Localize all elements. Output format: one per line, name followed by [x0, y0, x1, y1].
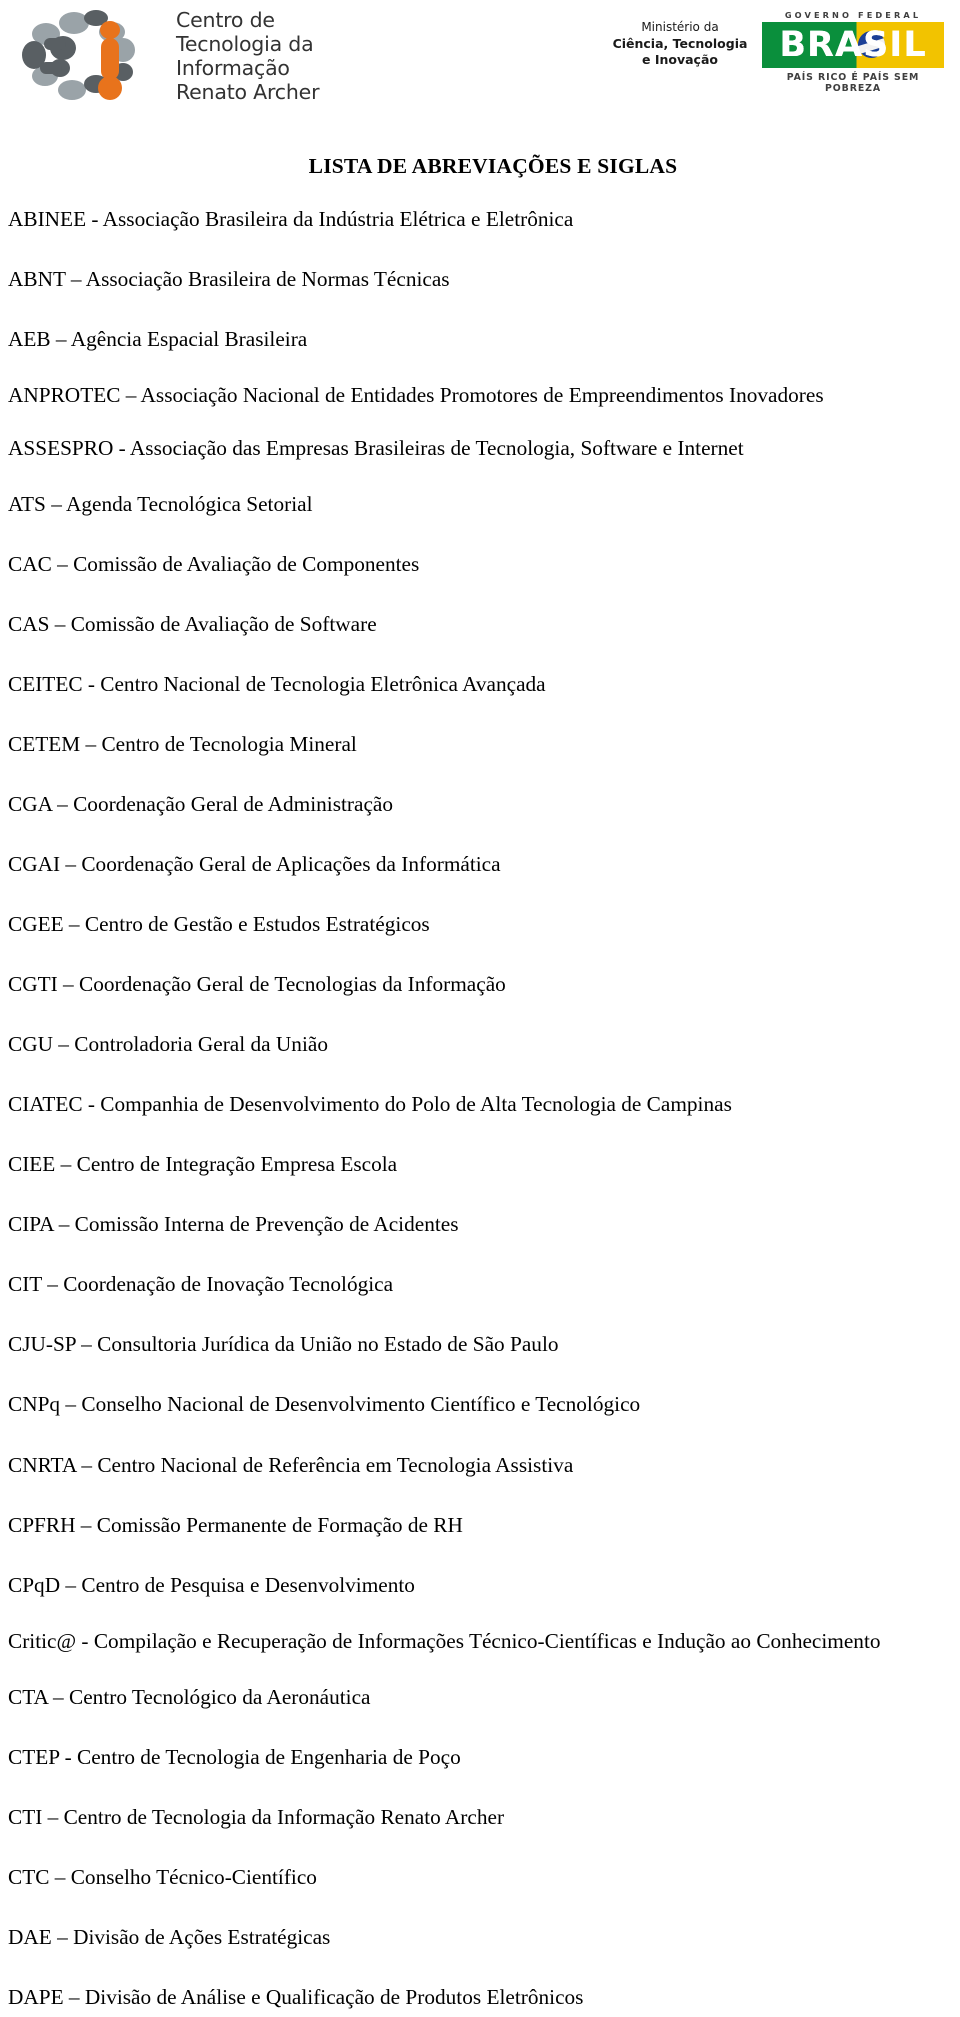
abbreviation-entry: CGEE – Centro de Gestão e Estudos Estrat…	[8, 912, 430, 937]
abbreviation-entry: CETEM – Centro de Tecnologia Mineral	[8, 731, 357, 756]
abbreviation-entry: DAPE – Divisão de Análise e Qualificação…	[8, 1985, 584, 2010]
abbreviation-entry: ATS – Agenda Tecnológica Setorial	[8, 491, 313, 516]
abbreviation-entry: CGA – Coordenação Geral de Administração	[8, 792, 394, 817]
abbreviation-entry: CIPA – Comissão Interna de Prevenção de …	[8, 1212, 459, 1237]
abbreviation-entry: CGAI – Coordenação Geral de Aplicações d…	[8, 852, 501, 877]
ministry-line-3: e Inovação	[642, 52, 718, 68]
abbreviation-entry: DAE – Divisão de Ações Estratégicas	[8, 1925, 331, 1950]
abbreviation-entry: CPFRH – Comissão Permanente de Formação …	[8, 1512, 463, 1537]
government-slogan: PAÍS RICO É PAÍS SEM POBREZA	[786, 72, 920, 94]
abbreviation-entry: AEB – Agência Espacial Brasileira	[8, 327, 308, 352]
abbreviations-list: ABINEE - Associação Brasileira da Indúst…	[0, 200, 960, 2017]
abbreviation-entry: CNRTA – Centro Nacional de Referência em…	[8, 1452, 574, 1477]
abbreviation-entry: ABINEE - Associação Brasileira da Indúst…	[8, 207, 574, 232]
ministry-logo: Ministério da Ciência, Tecnologia e Inov…	[612, 20, 748, 69]
abbreviation-entry: ASSESPRO - Associação das Empresas Brasi…	[8, 435, 744, 460]
ministry-line-1: Ministério da	[641, 20, 719, 34]
cti-logo: Centro de Tecnologia da Informação Renat…	[22, 8, 319, 104]
abbreviation-entry: CPqD – Centro de Pesquisa e Desenvolvime…	[8, 1572, 415, 1597]
abbreviation-entry: CAC – Comissão de Avaliação de Component…	[8, 551, 420, 576]
abbreviation-entry: CTA – Centro Tecnológico da Aeronáutica	[8, 1684, 371, 1709]
abbreviation-entry: CJU-SP – Consultoria Jurídica da União n…	[8, 1332, 559, 1357]
abbreviation-entry: CIT – Coordenação de Inovação Tecnológic…	[8, 1272, 394, 1297]
abbreviation-entry: CIEE – Centro de Integração Empresa Esco…	[8, 1152, 398, 1177]
ministry-line-2: Ciência, Tecnologia	[612, 35, 748, 51]
abbreviation-entry: Critic@ - Compilação e Recuperação de In…	[8, 1628, 881, 1653]
abbreviation-entry: CGU – Controladoria Geral da União	[8, 1032, 328, 1057]
page-title: LISTA DE ABREVIAÇÕES E SIGLAS	[308, 154, 678, 178]
government-federal-label: GOVERNO FEDERAL	[784, 10, 922, 20]
abbreviation-entry: CIATEC - Companhia de Desenvolvimento do…	[8, 1092, 732, 1117]
abbreviation-entry: CTC – Conselho Técnico-Científico	[8, 1864, 317, 1889]
abbreviation-entry: CTI – Centro de Tecnologia da Informação…	[8, 1804, 505, 1829]
abbreviation-entry: ABNT – Associação Brasileira de Normas T…	[8, 267, 450, 292]
brasil-flag-bar: BRASIL	[762, 22, 944, 68]
cti-molecule-logo-icon	[22, 9, 170, 102]
abbreviation-entry: CNPq – Conselho Nacional de Desenvolvime…	[8, 1392, 641, 1417]
abbreviation-entry: CEITEC - Centro Nacional de Tecnologia E…	[8, 671, 546, 696]
abbreviation-entry: ANPROTEC – Associação Nacional de Entida…	[8, 383, 824, 408]
abbreviation-entry: CTEP - Centro de Tecnologia de Engenhari…	[8, 1744, 461, 1769]
page-header: Centro de Tecnologia da Informação Renat…	[0, 0, 960, 108]
cti-wordmark: Centro de Tecnologia da Informação Renat…	[176, 8, 320, 104]
abbreviation-entry: CGTI – Coordenação Geral de Tecnologias …	[8, 972, 506, 997]
abbreviation-entry: CAS – Comissão de Avaliação de Software	[8, 611, 377, 636]
government-brasil-logo: GOVERNO FEDERAL BRASIL PAÍS RICO É PAÍS …	[762, 10, 944, 94]
brasil-brand-text: BRASIL	[779, 25, 927, 65]
